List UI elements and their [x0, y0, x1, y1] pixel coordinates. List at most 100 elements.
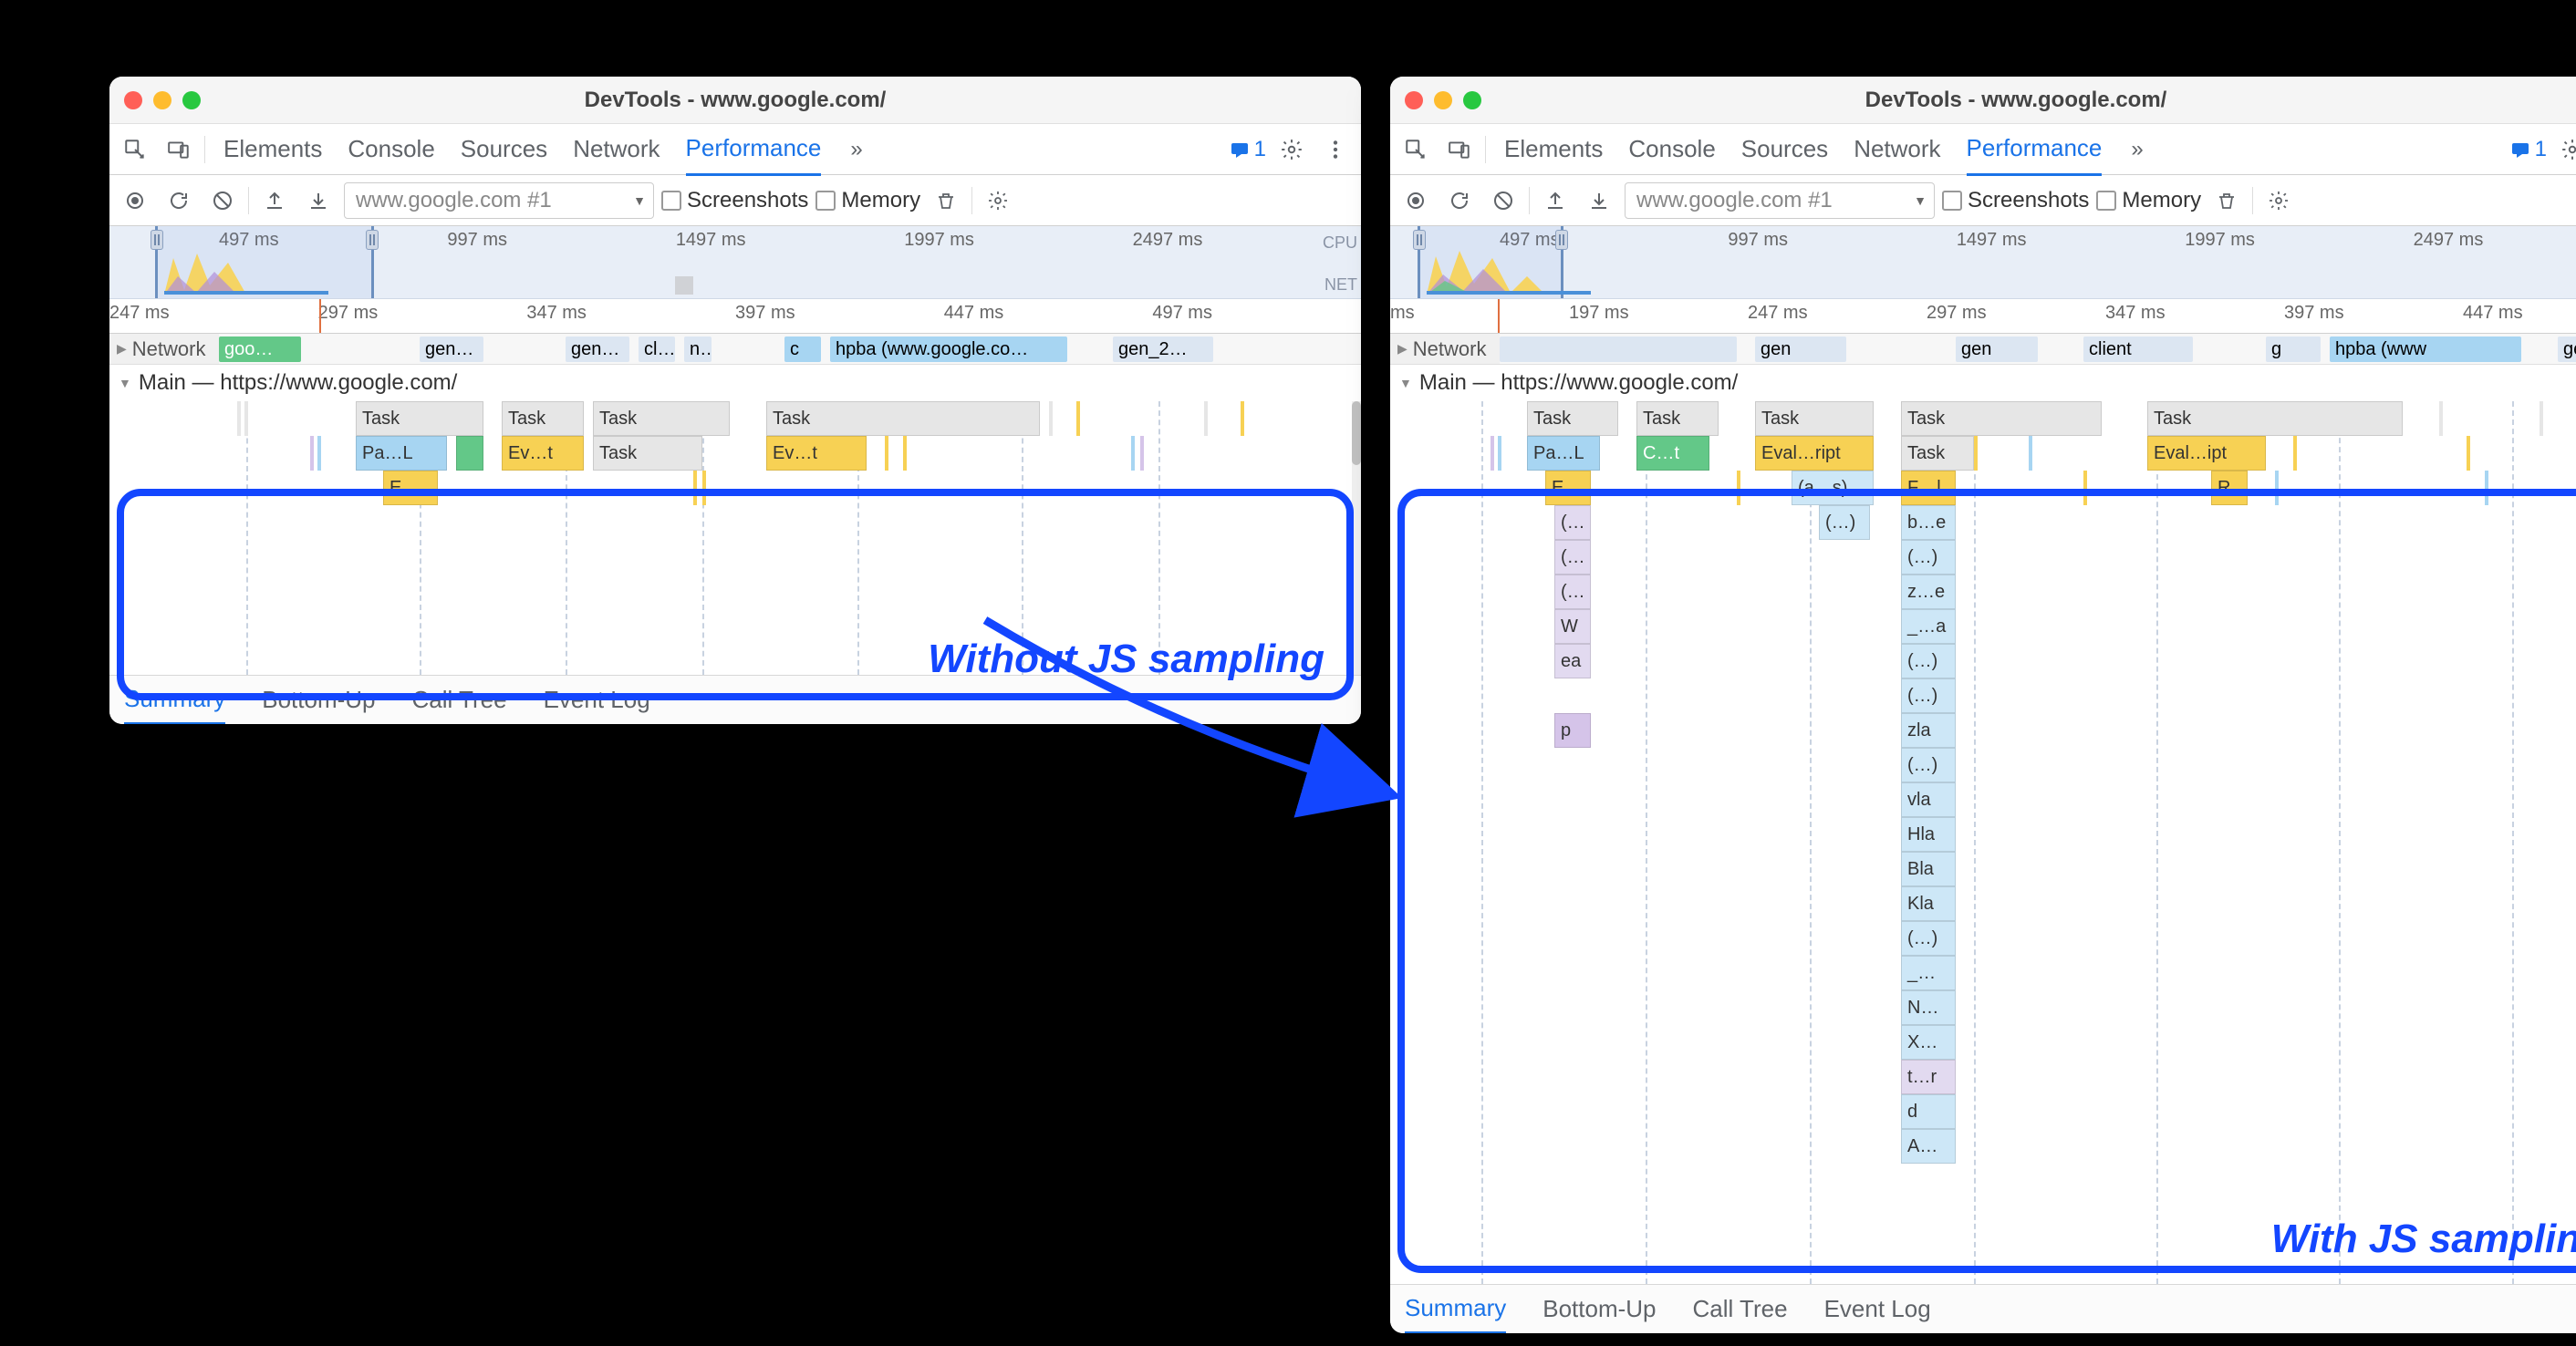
memory-checkbox[interactable]: Memory [2096, 188, 2201, 213]
tab-console[interactable]: Console [1628, 124, 1715, 174]
flame-cell[interactable]: Ev…t [766, 436, 867, 471]
network-request[interactable]: gen [1956, 336, 2038, 362]
flame-cell[interactable]: Pa…L [356, 436, 447, 471]
memory-checkbox[interactable]: Memory [815, 188, 920, 213]
recording-select[interactable]: www.google.com #1 [1625, 182, 1935, 219]
network-request[interactable]: goo… [219, 336, 301, 362]
flame-cell[interactable]: Task [593, 436, 702, 471]
network-label[interactable]: Network [109, 334, 219, 364]
minimize-icon[interactable] [153, 91, 171, 109]
flame-cell[interactable]: d [1901, 1094, 1956, 1129]
screenshots-checkbox[interactable]: Screenshots [1942, 188, 2089, 213]
tab-sources[interactable]: Sources [461, 124, 547, 174]
flame-cell[interactable]: N… [1901, 990, 1956, 1025]
network-request[interactable]: n… [684, 336, 712, 362]
more-tabs-chevron-icon[interactable]: » [2127, 137, 2146, 162]
tab-summary[interactable]: Summary [1405, 1285, 1506, 1334]
settings-gear-icon[interactable] [2554, 131, 2576, 168]
flame-cell[interactable]: (…) [1901, 921, 1956, 956]
time-ruler[interactable]: 247 ms297 ms347 ms397 ms447 ms497 ms [109, 299, 1361, 334]
tab-event-log[interactable]: Event Log [544, 677, 650, 723]
flame-cell[interactable]: Ev…t [502, 436, 584, 471]
timeline-overview[interactable]: 497 ms997 ms1497 ms1997 ms2497 ms CPU NE… [1390, 226, 2576, 299]
flame-cell[interactable]: _…a [1901, 609, 1956, 644]
flame-cell[interactable]: Task [1755, 401, 1874, 436]
tab-elements[interactable]: Elements [223, 124, 322, 174]
flame-cell[interactable]: Eval…ript [1755, 436, 1874, 471]
flame-cell[interactable]: (… [1554, 505, 1591, 540]
titlebar[interactable]: DevTools - www.google.com/ [109, 77, 1361, 124]
clear-icon[interactable] [204, 182, 241, 219]
recording-select[interactable]: www.google.com #1 [344, 182, 654, 219]
panel-settings-gear-icon[interactable] [2260, 182, 2297, 219]
panel-settings-gear-icon[interactable] [980, 182, 1016, 219]
flame-chart[interactable]: TaskTaskTaskTaskTaskPa…LC…tEval…riptTask… [1390, 401, 2576, 1284]
gc-icon[interactable] [2208, 182, 2245, 219]
network-request[interactable]: cl… [639, 336, 675, 362]
device-icon[interactable] [161, 131, 197, 168]
network-request[interactable]: hpba (www.google.co… [830, 336, 1067, 362]
flame-cell[interactable]: Task [766, 401, 1040, 436]
flame-chart[interactable]: TaskTaskTaskTaskPa…LEv…tTaskEv…tE… [109, 401, 1361, 675]
overview-handle-left[interactable] [1413, 230, 1426, 250]
flame-cell[interactable]: p [1554, 713, 1591, 748]
flame-cell[interactable]: Task [1901, 401, 2102, 436]
flame-cell[interactable]: b…e [1901, 505, 1956, 540]
flame-cell[interactable]: t…r [1901, 1060, 1956, 1094]
tab-performance[interactable]: Performance [1967, 123, 2103, 176]
overview-handle-right[interactable] [366, 230, 379, 250]
flame-cell[interactable]: (…) [1901, 748, 1956, 782]
flame-cell[interactable] [456, 436, 483, 471]
flame-cell[interactable]: vla [1901, 782, 1956, 817]
flame-cell[interactable]: (… [1554, 575, 1591, 609]
close-icon[interactable] [124, 91, 142, 109]
reload-icon[interactable] [1441, 182, 1478, 219]
flame-cell[interactable]: (…) [1819, 505, 1870, 540]
network-request[interactable]: c [784, 336, 821, 362]
tab-call-tree[interactable]: Call Tree [1693, 1286, 1788, 1332]
main-thread-label[interactable]: Main — https://www.google.com/ [109, 365, 1361, 401]
network-request[interactable]: gen_2… [1113, 336, 1213, 362]
flame-cell[interactable]: Hla [1901, 817, 1956, 852]
network-track[interactable]: Network gengenclientghpba (wwwgen [1390, 334, 2576, 365]
flame-cell[interactable]: (… [1554, 540, 1591, 575]
network-request[interactable]: gen… [566, 336, 629, 362]
overview-handle-right[interactable] [1555, 230, 1568, 250]
tab-performance[interactable]: Performance [686, 123, 822, 176]
flame-cell[interactable]: W [1554, 609, 1591, 644]
titlebar[interactable]: DevTools - www.google.com/ [1390, 77, 2576, 124]
network-request[interactable]: g [2266, 336, 2321, 362]
device-icon[interactable] [1441, 131, 1478, 168]
network-request[interactable]: gen [2558, 336, 2576, 362]
tab-network[interactable]: Network [1854, 124, 1940, 174]
reload-icon[interactable] [161, 182, 197, 219]
minimize-icon[interactable] [1434, 91, 1452, 109]
settings-gear-icon[interactable] [1273, 131, 1310, 168]
flame-cell[interactable]: X… [1901, 1025, 1956, 1060]
screenshots-checkbox[interactable]: Screenshots [661, 188, 808, 213]
kebab-menu-icon[interactable] [1317, 131, 1354, 168]
flame-cell[interactable]: z…e [1901, 575, 1956, 609]
main-thread-label[interactable]: Main — https://www.google.com/ [1390, 365, 2576, 401]
close-icon[interactable] [1405, 91, 1423, 109]
inspect-icon[interactable] [1397, 131, 1434, 168]
download-icon[interactable] [300, 182, 337, 219]
network-request[interactable]: client [2083, 336, 2193, 362]
flame-cell[interactable]: Kla [1901, 886, 1956, 921]
overview-handle-left[interactable] [151, 230, 163, 250]
tab-call-tree[interactable]: Call Tree [412, 677, 507, 723]
flame-cell[interactable]: A… [1901, 1129, 1956, 1164]
flame-cell[interactable]: zla [1901, 713, 1956, 748]
upload-icon[interactable] [256, 182, 293, 219]
flame-cell[interactable]: Task [502, 401, 584, 436]
flame-cell[interactable]: _… [1901, 956, 1956, 990]
flame-cell[interactable]: Task [1636, 401, 1719, 436]
flame-cell[interactable]: Eval…ipt [2147, 436, 2266, 471]
flame-cell[interactable]: Task [2147, 401, 2403, 436]
tab-sources[interactable]: Sources [1741, 124, 1828, 174]
zoom-icon[interactable] [182, 91, 201, 109]
tab-event-log[interactable]: Event Log [1824, 1286, 1931, 1332]
inspect-icon[interactable] [117, 131, 153, 168]
flame-cell[interactable]: E… [383, 471, 438, 505]
flame-cell[interactable]: (a…s) [1792, 471, 1874, 505]
